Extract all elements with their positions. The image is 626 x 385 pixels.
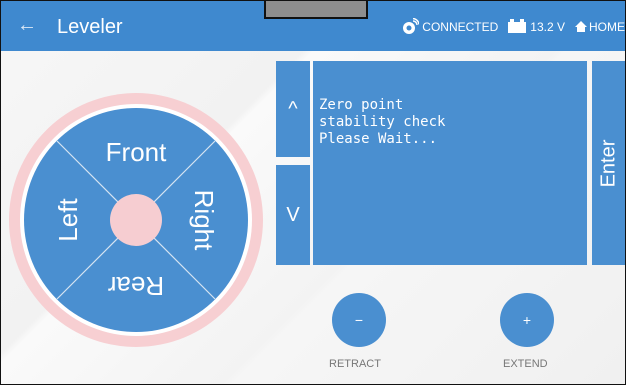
status-area: CONNECTED 13.2 V HOME <box>391 18 625 36</box>
connected-label: CONNECTED <box>422 20 499 34</box>
home-label: HOME <box>589 20 625 34</box>
down-button[interactable]: V <box>276 165 310 265</box>
dial-rear[interactable]: Rear <box>107 271 164 301</box>
dial-right[interactable]: Right <box>189 190 219 251</box>
dial-center[interactable] <box>110 194 162 246</box>
battery-status: 13.2 V <box>508 18 565 34</box>
dial-left[interactable]: Left <box>53 198 83 242</box>
minus-icon: − <box>354 312 364 328</box>
leveler-screen: ← Leveler CONNECTED 13.2 V HOME Front Le… <box>0 0 626 385</box>
dial-front[interactable]: Front <box>106 137 167 167</box>
direction-dial[interactable]: Front Left Right Rear <box>7 91 265 349</box>
extend-label: EXTEND <box>503 358 548 370</box>
voltage-label: 13.2 V <box>530 20 565 34</box>
plus-icon: + <box>522 312 532 328</box>
enter-button[interactable]: Enter <box>592 61 625 265</box>
enter-label: Enter <box>597 139 619 187</box>
retract-label: RETRACT <box>329 358 381 370</box>
extend-button[interactable]: + <box>500 293 554 347</box>
down-label: V <box>286 203 300 226</box>
connected-icon <box>403 18 420 34</box>
up-button[interactable]: ^ <box>276 61 310 157</box>
back-arrow-icon[interactable]: ← <box>17 14 37 37</box>
top-notch <box>264 1 368 19</box>
page-title: Leveler <box>57 16 123 38</box>
home-icon <box>575 21 587 32</box>
message-display: Zero point stability check Please Wait..… <box>313 61 587 265</box>
battery-icon <box>508 18 527 33</box>
up-label: ^ <box>288 97 298 120</box>
retract-button[interactable]: − <box>332 293 386 347</box>
connection-status: CONNECTED <box>401 18 498 36</box>
home-button[interactable]: HOME <box>575 20 625 34</box>
